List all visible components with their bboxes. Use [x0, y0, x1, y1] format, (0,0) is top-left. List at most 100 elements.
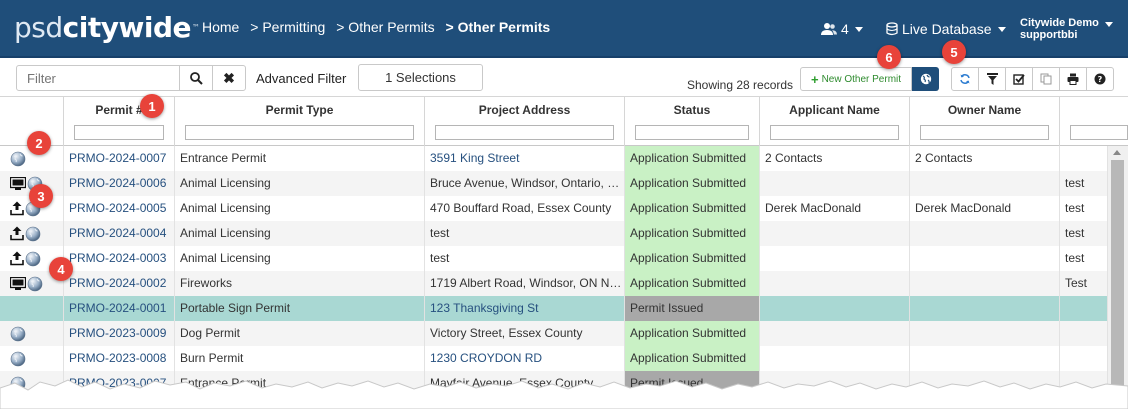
user-login: supportbbi — [1020, 29, 1078, 41]
search-button[interactable] — [179, 65, 213, 91]
close-icon: ✖ — [223, 69, 235, 86]
cell-address[interactable]: 123 Thanksgiving St — [425, 296, 625, 321]
breadcrumb-other-permits[interactable]: > Other Permits — [336, 19, 434, 35]
scroll-thumb[interactable] — [1111, 160, 1124, 405]
selections-button[interactable]: 1 Selections — [358, 64, 483, 91]
user-menu[interactable]: Citywide Demo supportbbi — [1020, 0, 1113, 58]
breadcrumb: Home > Permitting > Other Permits > Othe… — [202, 19, 557, 35]
cell-permit[interactable]: PRMO-2024-0004 — [64, 221, 175, 246]
globe-icon[interactable] — [27, 276, 43, 292]
upload-icon[interactable] — [10, 226, 24, 241]
user-name: Citywide Demo — [1020, 17, 1099, 29]
cell-status: Application Submitted — [625, 271, 760, 296]
cell-permit[interactable]: PRMO-2024-0003 — [64, 246, 175, 271]
status-filter[interactable] — [635, 125, 749, 140]
toolbar: ✖ Advanced Filter 1 Selections Showing 2… — [0, 58, 1128, 96]
cell-status: Application Submitted — [625, 246, 760, 271]
applicant-name-filter[interactable] — [770, 125, 899, 140]
cell-owner — [910, 321, 1060, 346]
cell-permit[interactable]: PRMO-2023-0008 — [64, 346, 175, 371]
cell-owner: Derek MacDonald — [910, 196, 1060, 221]
users-count: 4 — [841, 21, 849, 37]
permit-number-filter[interactable] — [74, 125, 164, 140]
cell-applicant — [760, 271, 910, 296]
cell-address: test — [425, 246, 625, 271]
chevron-down-icon — [1104, 21, 1113, 27]
cell-address[interactable]: 3591 King Street — [425, 146, 625, 171]
upload-icon[interactable] — [10, 201, 24, 216]
cell-permit[interactable]: PRMO-2024-0006 — [64, 171, 175, 196]
cell-type: Animal Licensing — [175, 196, 425, 221]
table-row[interactable]: PRMO-2024-0007 Entrance Permit 3591 King S… — [0, 146, 1108, 171]
table-row[interactable]: PRMO-2024-0006 Animal Licensing Bruce Aven… — [0, 171, 1108, 196]
cell-type: Animal Licensing — [175, 171, 425, 196]
table-row[interactable]: PRMO-2023-0009 Dog Permit Victory Street, … — [0, 321, 1108, 346]
cell-applicant — [760, 171, 910, 196]
filter-button[interactable] — [978, 67, 1006, 91]
cell-permit[interactable]: PRMO-2024-0007 — [64, 146, 175, 171]
select-all-button[interactable] — [1005, 67, 1033, 91]
column-extra[interactable] — [1060, 97, 1128, 146]
help-button[interactable]: ? — [1086, 67, 1114, 91]
globe-icon[interactable] — [25, 251, 41, 267]
permit-type-filter[interactable] — [185, 125, 414, 140]
clear-filter-button[interactable]: ✖ — [212, 65, 246, 91]
monitor-icon[interactable] — [10, 176, 26, 191]
globe-icon[interactable] — [10, 326, 26, 342]
filter-input[interactable] — [16, 65, 180, 91]
cell-permit[interactable]: PRMO-2024-0002 — [64, 271, 175, 296]
table-row[interactable]: PRMO-2024-0001 Portable Sign Permit 123 Th… — [0, 296, 1108, 321]
cell-permit[interactable]: PRMO-2024-0001 — [64, 296, 175, 321]
cell-extra: Test — [1060, 271, 1108, 296]
table-row[interactable]: PRMO-2023-0008 Burn Permit 1230 CROYDON RD… — [0, 346, 1108, 371]
cell-permit[interactable]: PRMO-2023-0009 — [64, 321, 175, 346]
monitor-icon[interactable] — [10, 276, 26, 291]
cell-status: Application Submitted — [625, 221, 760, 246]
checkbox-icon — [1013, 74, 1025, 85]
app-logo[interactable]: psdcitywide™ — [14, 11, 200, 45]
breadcrumb-permitting[interactable]: > Permitting — [250, 19, 325, 35]
cell-applicant — [760, 321, 910, 346]
cell-extra: test — [1060, 196, 1108, 221]
cell-address[interactable]: 1230 CROYDON RD — [425, 346, 625, 371]
new-other-permit-button[interactable]: + New Other Permit — [800, 67, 912, 91]
refresh-button[interactable] — [951, 67, 979, 91]
funnel-icon — [986, 73, 998, 85]
cell-type: Fireworks — [175, 271, 425, 296]
table-row[interactable]: PRMO-2024-0004 Animal Licensing test Applic… — [0, 221, 1108, 246]
grid-header: Permit # Permit Type Project Address Sta… — [0, 96, 1128, 146]
globe-icon[interactable] — [25, 226, 41, 242]
cell-type: Entrance Permit — [175, 146, 425, 171]
users-menu[interactable]: 4 — [820, 0, 863, 58]
table-row[interactable]: PRMO-2024-0003 Animal Licensing test Applic… — [0, 246, 1108, 271]
plus-icon: + — [810, 71, 819, 87]
web-portal-button[interactable] — [912, 67, 939, 91]
cell-address: Bruce Avenue, Windsor, Ontario, N... — [425, 171, 625, 196]
globe-icon[interactable] — [10, 351, 26, 367]
table-row[interactable]: PRMO-2024-0005 Animal Licensing 470 Bouffa… — [0, 196, 1108, 221]
cell-type: Animal Licensing — [175, 246, 425, 271]
column-project-address[interactable]: Project Address — [425, 97, 625, 146]
cell-applicant: Derek MacDonald — [760, 196, 910, 221]
column-applicant-name[interactable]: Applicant Name — [760, 97, 910, 146]
cell-extra: test — [1060, 171, 1108, 196]
cell-owner — [910, 296, 1060, 321]
new-permit-label: New Other Permit — [821, 73, 902, 85]
breadcrumb-home[interactable]: Home — [202, 19, 239, 35]
cell-status: Application Submitted — [625, 321, 760, 346]
extra-filter[interactable] — [1070, 125, 1128, 140]
owner-name-filter[interactable] — [920, 125, 1049, 140]
print-button[interactable] — [1059, 67, 1087, 91]
scroll-up-arrow[interactable] — [1113, 150, 1121, 155]
advanced-filter-link[interactable]: Advanced Filter — [256, 71, 346, 86]
cell-permit[interactable]: PRMO-2024-0005 — [64, 196, 175, 221]
table-row[interactable]: PRMO-2024-0002 Fireworks 1719 Albert Road,… — [0, 271, 1108, 296]
globe-icon[interactable] — [10, 151, 26, 167]
copy-button[interactable] — [1032, 67, 1060, 91]
cell-owner — [910, 346, 1060, 371]
column-owner-name[interactable]: Owner Name — [910, 97, 1060, 146]
column-status[interactable]: Status — [625, 97, 760, 146]
column-permit-type[interactable]: Permit Type — [175, 97, 425, 146]
project-address-filter[interactable] — [435, 125, 614, 140]
upload-icon[interactable] — [10, 251, 24, 266]
